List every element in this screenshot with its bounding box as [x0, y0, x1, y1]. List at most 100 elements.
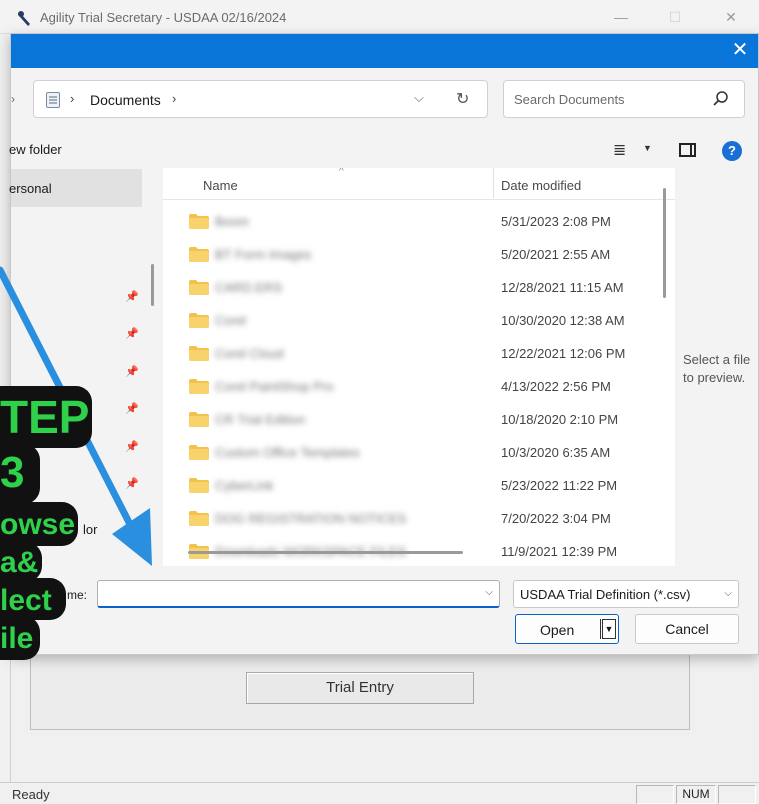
pin-icon[interactable]: 📌: [125, 440, 139, 454]
file-name: Corel PaintShop Pro: [215, 379, 334, 394]
file-row[interactable]: Corel 10/30/2020 12:38 AM: [163, 304, 663, 337]
folder-icon: [189, 379, 209, 394]
minimize-button[interactable]: —: [606, 6, 636, 28]
filename-dropdown-icon[interactable]: ⌵: [485, 587, 493, 598]
file-row[interactable]: Boom 5/31/2023 2:08 PM: [163, 205, 663, 238]
nav-item-personal[interactable]: ersonal: [9, 169, 142, 207]
open-split-divider: [600, 619, 601, 639]
view-menu-icon[interactable]: ≣: [613, 140, 626, 160]
search-icon[interactable]: [712, 90, 730, 108]
folder-icon: [189, 478, 209, 493]
preview-pane: Select a file to preview.: [675, 168, 758, 566]
status-bar: Ready NUM: [0, 782, 759, 804]
address-path[interactable]: Documents: [90, 92, 161, 108]
file-date-modified: 10/18/2020 2:10 PM: [501, 412, 619, 427]
file-list: Name ^ Date modified Boom 5/31/2023 2:08 …: [163, 168, 675, 566]
file-date-modified: 4/13/2022 2:56 PM: [501, 379, 611, 394]
pin-icon[interactable]: 📌: [125, 365, 139, 379]
status-ready: Ready: [12, 787, 50, 802]
file-row[interactable]: BT Form Images 5/20/2021 2:55 AM: [163, 238, 663, 271]
trial-entry-button[interactable]: Trial Entry: [246, 672, 474, 704]
file-type-dropdown-icon[interactable]: ⌵: [724, 588, 732, 599]
file-type-select[interactable]: USDAA Trial Definition (*.csv) ⌵: [513, 580, 739, 608]
view-dropdown-icon[interactable]: ▼: [643, 143, 652, 153]
file-date-modified: 11/9/2021 12:39 PM: [501, 544, 618, 559]
file-row[interactable]: CARD.ERS 12/28/2021 11:15 AM: [163, 271, 663, 304]
folder-icon: [189, 313, 209, 328]
sort-indicator-icon: ^: [339, 168, 344, 177]
pin-icon[interactable]: 📌: [125, 477, 139, 491]
file-type-value: USDAA Trial Definition (*.csv): [520, 587, 691, 602]
folder-icon: [189, 511, 209, 526]
filename-label: me:: [67, 588, 88, 602]
app-close-button[interactable]: ✕: [716, 6, 746, 28]
dialog-close-button[interactable]: ✕: [730, 40, 750, 60]
folder-icon: [189, 247, 209, 262]
filename-input[interactable]: [102, 585, 472, 603]
app-title: Agility Trial Secretary - USDAA 02/16/20…: [40, 10, 287, 25]
cancel-button[interactable]: Cancel: [635, 614, 739, 644]
file-name: DOG REGISTRATION NOTICES: [215, 511, 407, 526]
app-title-bar: Agility Trial Secretary - USDAA 02/16/20…: [0, 0, 759, 34]
open-button[interactable]: Open ▼: [515, 614, 619, 644]
file-row[interactable]: CR Trial Edition 10/18/2020 2:10 PM: [163, 403, 663, 436]
folder-icon: [189, 214, 209, 229]
folder-icon: [189, 412, 209, 427]
file-row[interactable]: Corel PaintShop Pro 4/13/2022 2:56 PM: [163, 370, 663, 403]
file-name: CARD.ERS: [215, 280, 283, 295]
file-date-modified: 5/31/2023 2:08 PM: [501, 214, 611, 229]
column-header-name[interactable]: Name: [203, 178, 238, 193]
file-date-modified: 5/20/2021 2:55 AM: [501, 247, 611, 262]
pin-icon[interactable]: 📌: [125, 290, 139, 304]
preview-pane-icon[interactable]: [679, 143, 696, 157]
pin-icon[interactable]: 📌: [125, 402, 139, 416]
file-name: CyberLink: [215, 478, 274, 493]
navigation-row: › › Documents › ⌵ ↻: [11, 68, 758, 130]
vertical-scrollbar[interactable]: [663, 188, 666, 298]
status-cell-empty-2: [718, 785, 756, 804]
file-date-modified: 5/23/2022 11:22 PM: [501, 478, 618, 493]
status-cell-empty: [636, 785, 674, 804]
command-bar: ew folder ≣ ▼ ?: [9, 132, 758, 168]
back-chevron-icon[interactable]: ›: [11, 92, 15, 106]
file-row[interactable]: Custom Office Templates 10/3/2020 6:35 AM: [163, 436, 663, 469]
address-bar[interactable]: › Documents › ⌵ ↻: [33, 80, 488, 118]
file-date-modified: 7/20/2022 3:04 PM: [501, 511, 611, 526]
navigation-pane: ersonal 📌 📌 📌 📌 📌 📌 lor: [9, 168, 161, 562]
open-button-label: Open: [540, 622, 575, 638]
file-row[interactable]: CyberLink 5/23/2022 11:22 PM: [163, 469, 663, 502]
documents-icon: [46, 92, 60, 108]
file-row[interactable]: Corel Cloud 12/22/2021 12:06 PM: [163, 337, 663, 370]
folder-icon: [189, 280, 209, 295]
filename-field[interactable]: ⌵: [97, 580, 500, 608]
nav-scrollbar[interactable]: [151, 264, 154, 306]
file-list-header: Name ^ Date modified: [163, 168, 675, 200]
address-dropdown-icon[interactable]: ⌵: [414, 90, 424, 106]
file-date-modified: 12/28/2021 11:15 AM: [501, 280, 624, 295]
status-num: NUM: [676, 785, 716, 804]
search-box[interactable]: [503, 80, 745, 118]
file-name: Corel Cloud: [215, 346, 284, 361]
refresh-icon[interactable]: ↻: [456, 89, 469, 109]
search-input[interactable]: [514, 89, 704, 109]
file-row[interactable]: DOG REGISTRATION NOTICES 7/20/2022 3:04 P…: [163, 502, 663, 535]
column-header-date-modified[interactable]: Date modified: [501, 178, 581, 193]
horizontal-scrollbar[interactable]: [188, 551, 463, 554]
path-separator-icon[interactable]: ›: [172, 91, 176, 106]
nav-item-color[interactable]: lor: [83, 522, 97, 537]
pin-icon[interactable]: 📌: [125, 327, 139, 341]
paw-icon: [18, 11, 30, 26]
file-open-dialog: ✕ › › Documents › ⌵ ↻ ew folder ≣: [9, 33, 759, 655]
file-name: Custom Office Templates: [215, 445, 360, 460]
nav-item-label: ersonal: [9, 181, 52, 196]
folder-icon: [189, 445, 209, 460]
file-date-modified: 10/3/2020 6:35 AM: [501, 445, 611, 460]
open-dropdown-icon[interactable]: ▼: [602, 619, 616, 639]
new-folder-button[interactable]: ew folder: [9, 142, 62, 157]
column-divider[interactable]: [493, 168, 494, 198]
folder-icon: [189, 346, 209, 361]
help-icon[interactable]: ?: [722, 141, 742, 161]
file-name: BT Form Images: [215, 247, 312, 262]
path-separator-icon: ›: [70, 91, 75, 106]
maximize-button[interactable]: ☐: [660, 6, 690, 28]
